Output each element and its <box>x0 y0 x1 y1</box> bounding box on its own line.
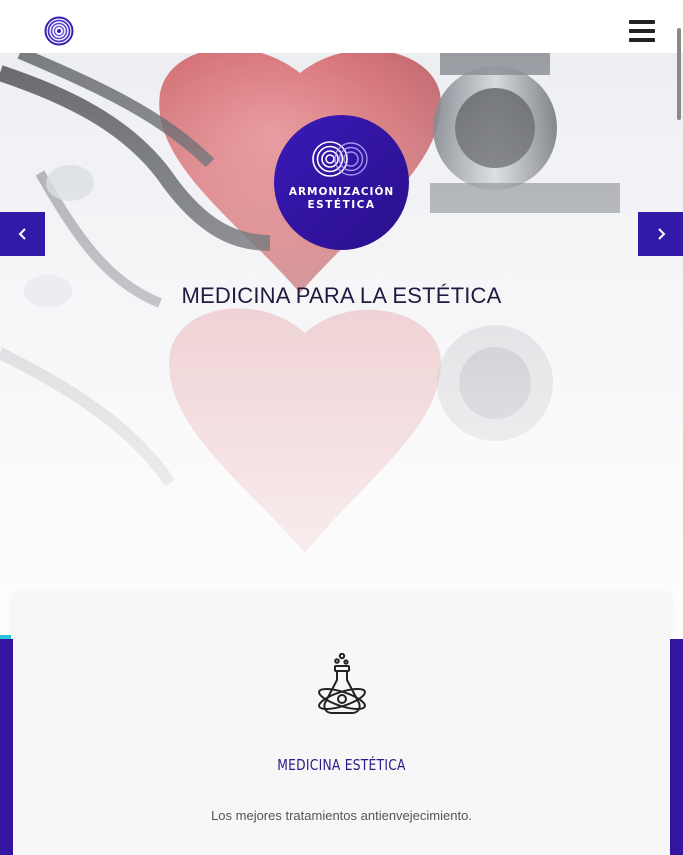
slider-next-button[interactable] <box>638 212 683 256</box>
hamburger-menu-icon[interactable] <box>626 18 658 44</box>
flask-atom-icon <box>318 653 366 714</box>
slider-prev-button[interactable] <box>0 212 45 256</box>
scrollbar[interactable] <box>677 28 681 120</box>
accent-bar <box>0 635 11 639</box>
chevron-right-icon <box>658 228 666 240</box>
feature-title: MEDICINA ESTÉTICA <box>277 756 406 774</box>
feature-card[interactable]: MEDICINA ESTÉTICA Los mejores tratamient… <box>13 594 670 855</box>
brand-badge: ARMONIZACIÓN ESTÉTICA <box>274 115 409 250</box>
chevron-left-icon <box>18 228 26 240</box>
hero-slider: ARMONIZACIÓN ESTÉTICA MEDICINA PARA LA E… <box>0 53 683 643</box>
badge-line1: ARMONIZACIÓN <box>288 186 395 198</box>
badge-line2: ESTÉTICA <box>307 199 376 211</box>
armonizacion-logo-icon <box>274 115 409 250</box>
hero-title: MEDICINA PARA LA ESTÉTICA <box>181 283 502 308</box>
feature-description: Los mejores tratamientos antienvejecimie… <box>211 808 472 823</box>
site-header <box>0 0 683 53</box>
spiral-logo-icon[interactable] <box>44 16 74 46</box>
